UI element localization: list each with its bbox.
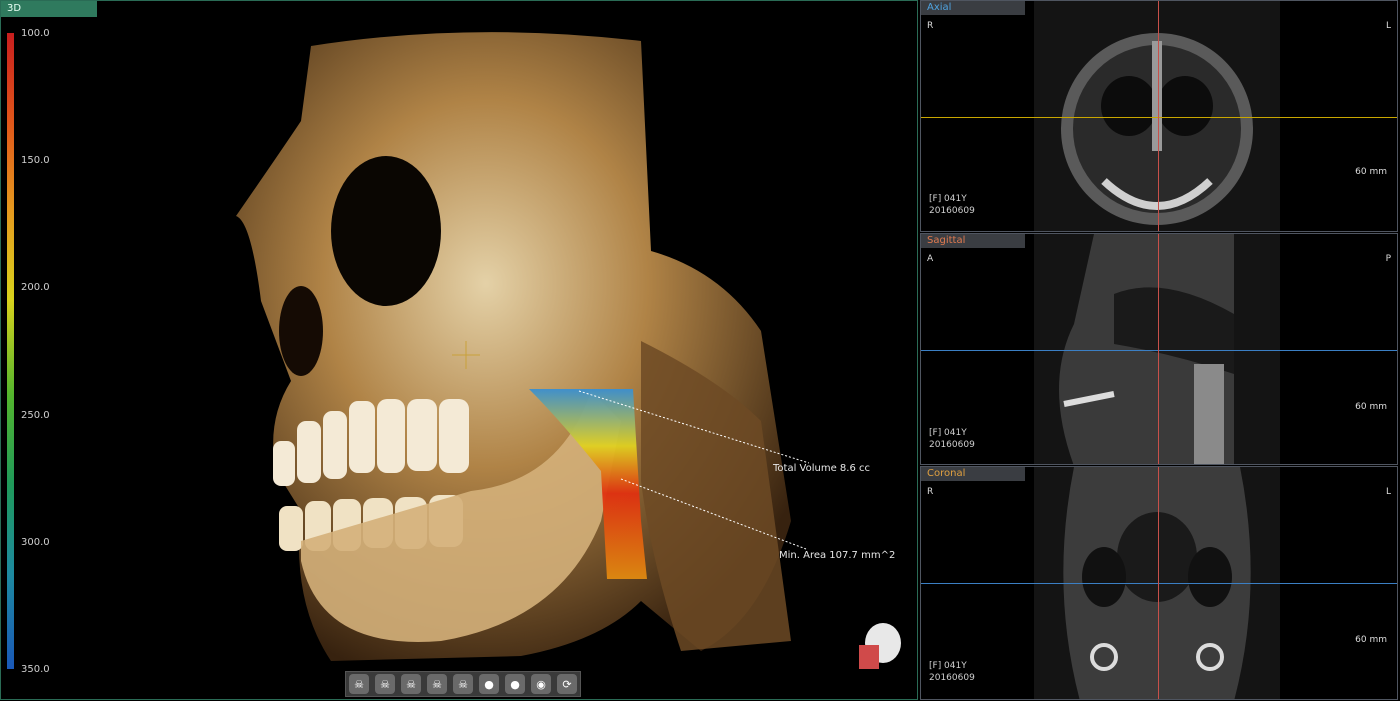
measurement-lines bbox=[578, 390, 810, 550]
patient-info: [F] 041Y 20160609 bbox=[929, 660, 975, 684]
skull-right-icon[interactable]: ☠ bbox=[401, 674, 421, 694]
tab-axial[interactable]: Axial bbox=[921, 1, 1025, 15]
head-back-icon[interactable]: ● bbox=[505, 674, 525, 694]
axial-crosshair-h[interactable] bbox=[921, 117, 1397, 118]
scale-label: 60 mm bbox=[1355, 635, 1387, 645]
skull-bottom-icon[interactable]: ☠ bbox=[453, 674, 473, 694]
skull-left-icon[interactable]: ☠ bbox=[375, 674, 395, 694]
sagittal-slice-image[interactable] bbox=[1034, 234, 1280, 464]
coronal-crosshair-v[interactable] bbox=[1158, 467, 1159, 699]
sagittal-crosshair-h[interactable] bbox=[921, 350, 1397, 351]
app-window: 3D 100.0 150.0 200.0 250.0 300.0 350.0 T… bbox=[0, 0, 1400, 700]
orientation-left: A bbox=[927, 254, 934, 264]
sphere-icon[interactable]: ◉ bbox=[531, 674, 551, 694]
skull-front-icon[interactable]: ☠ bbox=[349, 674, 369, 694]
sagittal-view[interactable]: Sagittal A P 60 mm [F] 041Y 20160609 bbox=[920, 233, 1398, 465]
total-volume-label: Total Volume 8.6 cc bbox=[773, 463, 870, 474]
study-date: 20160609 bbox=[929, 673, 975, 683]
orientation-right: L bbox=[1385, 487, 1391, 497]
axial-crosshair-v[interactable] bbox=[1158, 1, 1159, 231]
patient-id: [F] 041Y bbox=[929, 428, 967, 438]
min-area-label: Min. Area 107.7 mm^2 bbox=[779, 550, 896, 561]
orientation-head-icon[interactable] bbox=[857, 619, 903, 673]
orientation-right: L bbox=[1385, 21, 1391, 31]
patient-info: [F] 041Y 20160609 bbox=[929, 427, 975, 451]
tab-sagittal[interactable]: Sagittal bbox=[921, 234, 1025, 248]
head-front-icon[interactable]: ● bbox=[479, 674, 499, 694]
orientation-left: R bbox=[927, 487, 934, 497]
patient-info: [F] 041Y 20160609 bbox=[929, 193, 975, 217]
3d-viewport[interactable]: 3D 100.0 150.0 200.0 250.0 300.0 350.0 T… bbox=[0, 0, 918, 700]
skull-top-icon[interactable]: ☠ bbox=[427, 674, 447, 694]
study-date: 20160609 bbox=[929, 206, 975, 216]
orientation-left: R bbox=[927, 21, 934, 31]
coronal-view[interactable]: Coronal R L 60 mm [F] 041Y 20160609 bbox=[920, 466, 1398, 700]
patient-id: [F] 041Y bbox=[929, 194, 967, 204]
coronal-crosshair-h[interactable] bbox=[921, 583, 1397, 584]
study-date: 20160609 bbox=[929, 440, 975, 450]
sagittal-crosshair-v[interactable] bbox=[1158, 234, 1159, 464]
scale-label: 60 mm bbox=[1355, 402, 1387, 412]
patient-id: [F] 041Y bbox=[929, 661, 967, 671]
orientation-right: P bbox=[1385, 254, 1391, 264]
axial-view[interactable]: Axial R L 60 mm [F] 041Y 20160609 bbox=[920, 0, 1398, 232]
axial-slice-image[interactable] bbox=[1034, 1, 1280, 231]
scale-label: 60 mm bbox=[1355, 167, 1387, 177]
view-toolbar: ☠ ☠ ☠ ☠ ☠ ● ● ◉ ⟳ bbox=[345, 671, 581, 697]
tab-coronal[interactable]: Coronal bbox=[921, 467, 1025, 481]
rotate-icon[interactable]: ⟳ bbox=[557, 674, 577, 694]
